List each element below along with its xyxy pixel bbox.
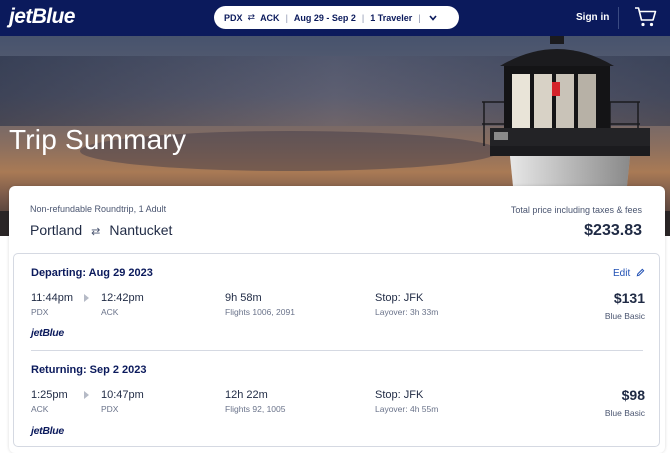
- leg-heading: Departing: Aug 29 2023: [31, 267, 153, 279]
- stop-info: Stop: JFK: [375, 292, 424, 304]
- destination-city: Nantucket: [109, 222, 173, 238]
- arrive-time: 10:47pm: [101, 389, 144, 401]
- search-separator: |: [361, 12, 365, 23]
- flight-numbers: Flights 1006, 2091: [225, 307, 295, 317]
- layover-info: Layover: 4h 55m: [375, 404, 439, 414]
- itinerary-box: Departing: Aug 29 2023 Edit 11:44pm PDX …: [13, 253, 660, 447]
- pencil-icon: [636, 268, 645, 277]
- stop-info: Stop: JFK: [375, 389, 424, 401]
- arrow-right-icon: [84, 294, 89, 302]
- search-separator: |: [285, 12, 288, 23]
- sign-in-link[interactable]: Sign in: [576, 12, 609, 23]
- total-price: $233.83: [584, 222, 642, 239]
- header-divider: [618, 7, 619, 29]
- fare-class: Blue Basic: [604, 408, 645, 418]
- cart-icon[interactable]: [634, 6, 658, 28]
- search-travelers: 1 Traveler: [370, 12, 413, 23]
- flight-duration: 12h 22m: [225, 389, 268, 401]
- edit-link[interactable]: Edit: [613, 268, 645, 279]
- leg-heading: Returning: Sep 2 2023: [31, 364, 147, 376]
- search-separator: |: [418, 12, 421, 23]
- flight-duration: 9h 58m: [225, 292, 262, 304]
- depart-time: 11:44pm: [31, 292, 73, 304]
- arrive-time: 12:42pm: [101, 292, 144, 304]
- leg-price: $98: [621, 387, 645, 403]
- carrier-logo: jetBlue: [31, 425, 64, 437]
- trip-summary-card: Non-refundable Roundtrip, 1 Adult Portla…: [9, 186, 665, 453]
- page-title: Trip Summary: [9, 124, 187, 155]
- route-cities: Portland ⇄ Nantucket: [30, 222, 172, 238]
- carrier-logo: jetBlue: [31, 327, 64, 339]
- layover-info: Layover: 3h 33m: [375, 307, 439, 317]
- arrow-right-icon: [84, 391, 89, 399]
- fare-type-label: Non-refundable Roundtrip, 1 Adult: [30, 204, 167, 214]
- total-price-label: Total price including taxes & fees: [510, 205, 642, 215]
- search-destination: ACK: [260, 12, 280, 23]
- leg-price: $131: [613, 290, 645, 306]
- depart-time: 1:25pm: [31, 389, 68, 401]
- origin-city: Portland: [30, 222, 83, 238]
- arrive-airport: PDX: [101, 404, 119, 414]
- search-origin: PDX: [224, 12, 243, 23]
- arrive-airport: ACK: [101, 307, 119, 317]
- swap-arrows-icon: ⇄: [247, 12, 256, 22]
- flight-numbers: Flights 92, 1005: [225, 404, 286, 414]
- chevron-down-icon[interactable]: [429, 14, 437, 21]
- search-dates: Aug 29 - Sep 2: [293, 12, 356, 23]
- roundtrip-arrows-icon: ⇄: [91, 226, 101, 238]
- depart-airport: ACK: [31, 404, 49, 414]
- jetblue-logo[interactable]: jetBlue: [9, 5, 75, 29]
- edit-label: Edit: [612, 268, 631, 279]
- trip-search-pill[interactable]: PDX ⇄ ACK | Aug 29 - Sep 2 | 1 Traveler …: [214, 6, 459, 29]
- fare-class: Blue Basic: [604, 311, 645, 321]
- top-nav-bar: jetBlue PDX ⇄ ACK | Aug 29 - Sep 2 | 1 T…: [0, 0, 670, 36]
- leg-divider: [31, 350, 643, 351]
- depart-airport: PDX: [31, 307, 49, 317]
